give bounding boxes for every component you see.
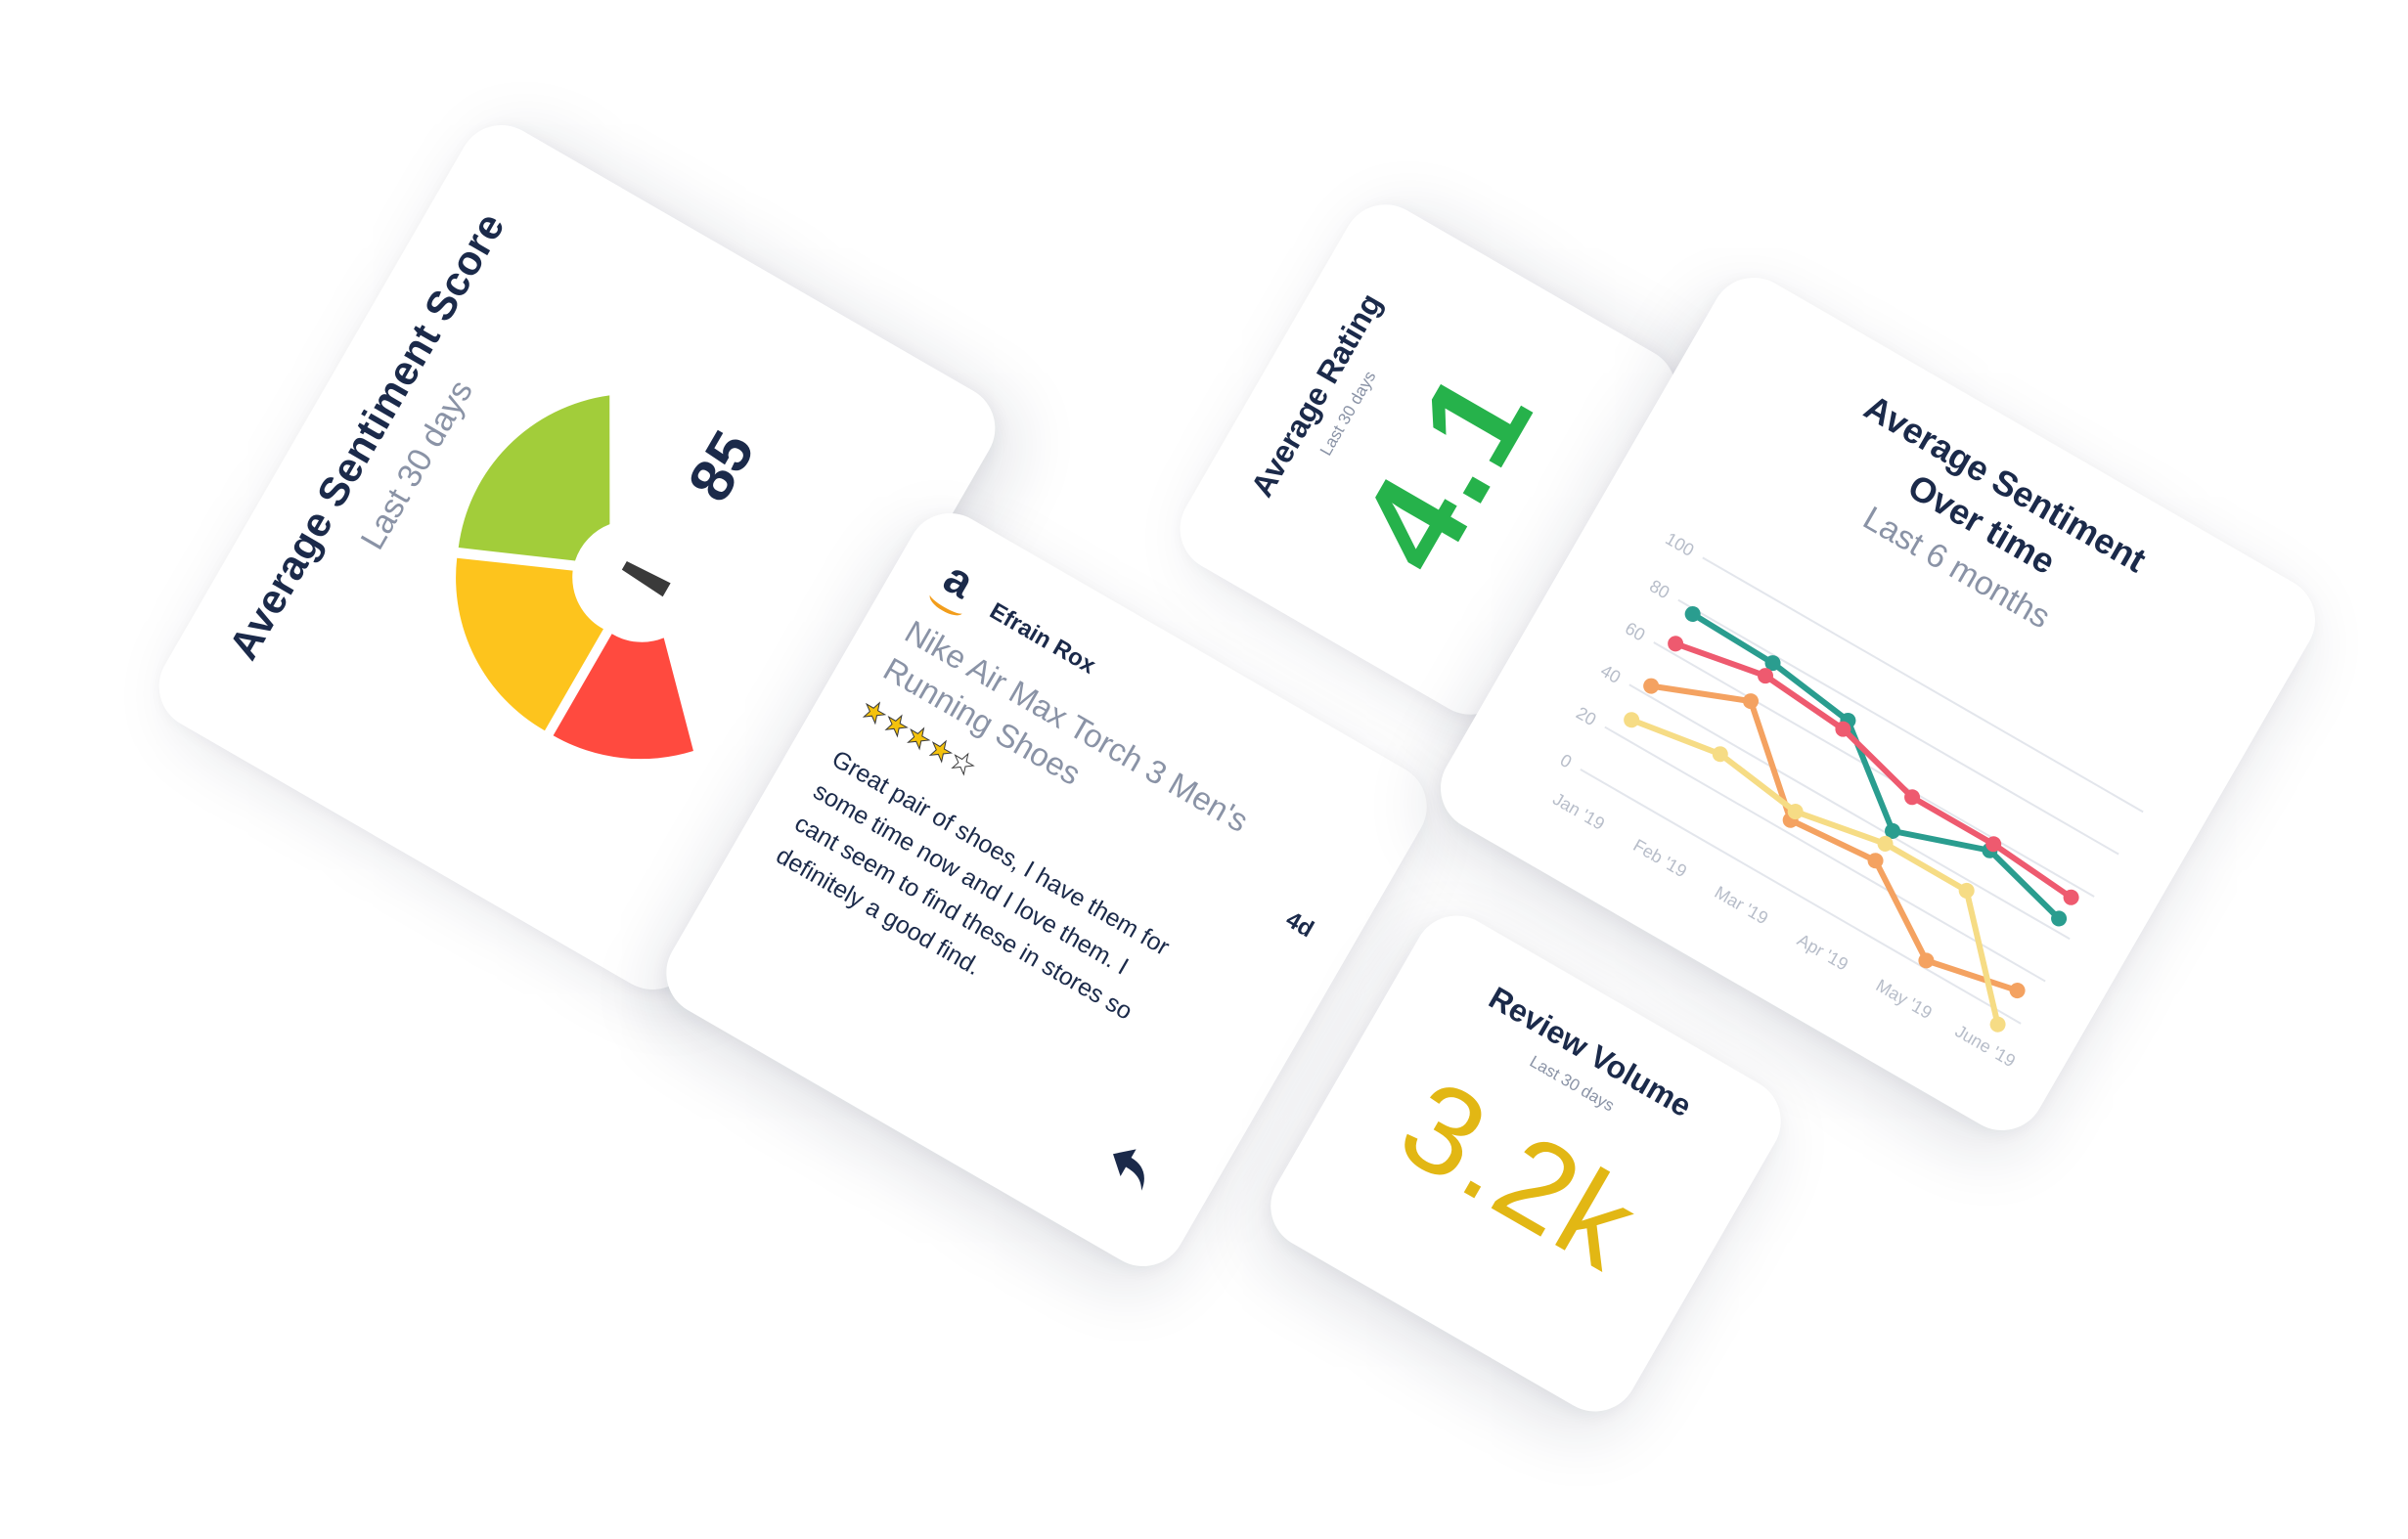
series-point	[1918, 952, 1935, 969]
y-tick-label: 60	[1622, 618, 1648, 644]
x-tick-label: Apr '19	[1794, 930, 1851, 975]
gauge-needle-icon	[621, 560, 671, 597]
x-tick-label: Feb '19	[1630, 835, 1691, 881]
y-tick-label: 20	[1573, 703, 1599, 729]
series-point	[2009, 983, 2026, 999]
sentiment-score-value: 85	[676, 420, 768, 512]
series-point	[1989, 1016, 2006, 1033]
x-tick-label: Jan '19	[1549, 789, 1608, 834]
x-tick-label: Mar '19	[1712, 882, 1772, 928]
y-tick-label: 100	[1662, 529, 1697, 560]
y-tick-label: 0	[1557, 750, 1576, 771]
amazon-logo-icon: a	[926, 551, 986, 620]
y-tick-label: 80	[1646, 576, 1672, 602]
x-tick-label: May '19	[1873, 975, 1936, 1023]
series-point	[1867, 853, 1884, 869]
series-point	[1624, 712, 1640, 728]
review-volume-card: Review Volume Last 30 days 3.2k	[1255, 900, 1797, 1428]
reply-arrow-icon[interactable]	[1101, 1138, 1161, 1194]
y-tick-label: 40	[1597, 661, 1624, 687]
x-tick-label: June '19	[1952, 1021, 2019, 1071]
